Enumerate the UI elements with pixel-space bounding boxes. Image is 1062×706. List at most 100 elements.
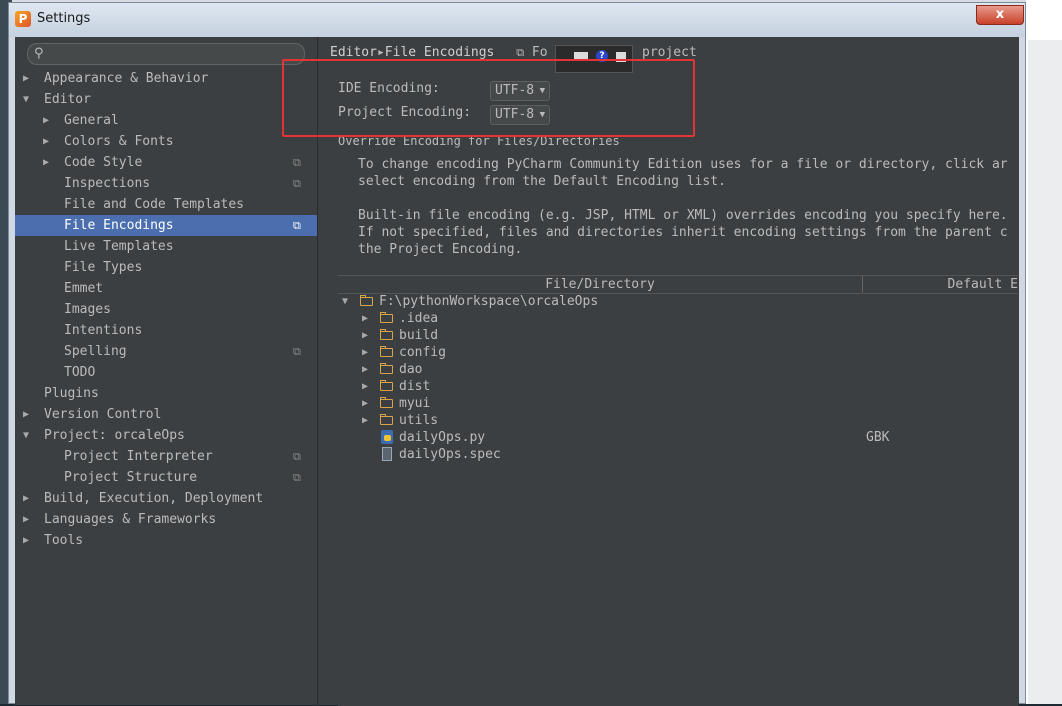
sidebar-item-label: Appearance & Behavior (44, 71, 209, 86)
python-file-icon (381, 430, 393, 444)
sidebar-item-images[interactable]: Images (15, 299, 317, 320)
file-name: dao (399, 362, 423, 377)
table-row[interactable]: ▶ .idea (338, 310, 1018, 327)
file-name: dailyOps.py (399, 430, 486, 445)
sidebar-item-file-encodings[interactable]: File Encodings ⧉ (15, 215, 317, 236)
close-button[interactable]: x (976, 5, 1024, 25)
sidebar-item-project-structure[interactable]: Project Structure ⧉ (15, 467, 317, 488)
sidebar-item-label: Tools (44, 533, 84, 548)
file-name: config (399, 345, 446, 360)
chevron-right-icon: ▶ (23, 535, 30, 546)
table-row[interactable]: ▶ build (338, 327, 1018, 344)
folder-icon (380, 312, 393, 323)
sidebar-item-label: Editor (44, 92, 91, 107)
chevron-down-icon: ▼ (23, 430, 30, 441)
project-scope-icon: ⧉ (293, 345, 301, 358)
title-bar: P Settings x (9, 3, 1025, 37)
background-right-strip (1028, 40, 1062, 704)
project-scope-icon: ⧉ (293, 177, 301, 190)
description-line: Built-in file encoding (e.g. JSP, HTML o… (358, 208, 1008, 223)
folder-icon (380, 397, 393, 408)
sidebar-item-project[interactable]: ▼ Project: orcaleOps (15, 425, 317, 446)
sidebar-item-file-types[interactable]: File Types (15, 257, 317, 278)
chevron-right-icon: ▶ (362, 381, 369, 392)
folder-icon (380, 363, 393, 374)
project-scope-icon: ⧉ (293, 450, 301, 463)
chevron-down-icon: ▼ (23, 94, 30, 105)
sidebar-item-label: Project Structure (64, 470, 198, 485)
sidebar-item-languages[interactable]: ▶ Languages & Frameworks (15, 509, 317, 530)
table-row[interactable]: ▶ myui (338, 395, 1018, 412)
sidebar-item-label: Languages & Frameworks (44, 512, 217, 527)
chevron-right-icon: ▶ (23, 73, 30, 84)
breadcrumb-scope-prefix: Fo (531, 45, 548, 60)
window-title: Settings (37, 11, 91, 26)
project-scope-icon: ⧉ (293, 156, 301, 169)
sidebar-item-project-interpreter[interactable]: Project Interpreter ⧉ (15, 446, 317, 467)
sidebar-item-emmet[interactable]: Emmet (15, 278, 317, 299)
chevron-right-icon: ▶ (43, 115, 50, 126)
sidebar-item-plugins[interactable]: Plugins (15, 383, 317, 404)
settings-main-panel: Editor▸File Encodings ⧉ Fo project ? IDE… (318, 37, 1019, 706)
sidebar-item-label: File Types (64, 260, 143, 275)
sidebar-item-build[interactable]: ▶ Build, Execution, Deployment (15, 488, 317, 509)
file-name: .idea (399, 311, 439, 326)
sidebar-item-label: Project: orcaleOps (44, 428, 185, 443)
sidebar-item-label: Images (64, 302, 111, 317)
project-scope-icon: ⧉ (516, 46, 525, 59)
highlight-annotation (282, 59, 695, 137)
settings-sidebar: ⚲ ▶ Appearance & Behavior ▼ Editor ▶ Gen… (15, 37, 318, 705)
chevron-right-icon: ▶ (362, 398, 369, 409)
folder-icon (380, 414, 393, 425)
column-header-encoding[interactable]: Default E (863, 276, 1018, 294)
sidebar-item-version-control[interactable]: ▶ Version Control (15, 404, 317, 425)
settings-content: ⚲ ▶ Appearance & Behavior ▼ Editor ▶ Gen… (15, 37, 1019, 706)
sidebar-item-label: General (64, 113, 119, 128)
chevron-right-icon: ▶ (362, 364, 369, 375)
sidebar-item-label: Code Style (64, 155, 143, 170)
description-line: To change encoding PyCharm Community Edi… (358, 157, 1008, 172)
table-row[interactable]: dailyOps.spec (338, 446, 1018, 463)
sidebar-item-label: Project Interpreter (64, 449, 213, 464)
text-file-icon (382, 447, 392, 461)
project-scope-icon: ⧉ (293, 471, 301, 484)
sidebar-item-label: Build, Execution, Deployment (44, 491, 264, 506)
table-row[interactable]: ▶ config (338, 344, 1018, 361)
sidebar-item-file-code-templates[interactable]: File and Code Templates (15, 194, 317, 215)
chevron-right-icon: ▶ (362, 347, 369, 358)
sidebar-item-inspections[interactable]: Inspections ⧉ (15, 173, 317, 194)
chevron-right-icon: ▶ (362, 313, 369, 324)
table-row[interactable]: dailyOps.py GBK (338, 429, 1018, 446)
column-header-file[interactable]: File/Directory (338, 276, 862, 294)
sidebar-item-appearance[interactable]: ▶ Appearance & Behavior (15, 68, 317, 89)
breadcrumb-parent: Editor (330, 45, 377, 60)
sidebar-item-intentions[interactable]: Intentions (15, 320, 317, 341)
folder-icon (380, 346, 393, 357)
table-row[interactable]: ▶ dao (338, 361, 1018, 378)
table-row[interactable]: ▶ utils (338, 412, 1018, 429)
sidebar-item-editor[interactable]: ▼ Editor (15, 89, 317, 110)
file-encoding[interactable]: GBK (866, 429, 889, 446)
search-input[interactable]: ⚲ (27, 43, 305, 65)
breadcrumb-separator-icon: ▸ (376, 45, 385, 60)
table-row[interactable]: ▶ dist (338, 378, 1018, 395)
sidebar-item-general[interactable]: ▶ General (15, 110, 317, 131)
sidebar-item-label: Live Templates (64, 239, 174, 254)
sidebar-item-todo[interactable]: TODO (15, 362, 317, 383)
chevron-right-icon: ▶ (362, 330, 369, 341)
folder-icon (380, 380, 393, 391)
sidebar-item-label: Spelling (64, 344, 127, 359)
sidebar-item-tools[interactable]: ▶ Tools (15, 530, 317, 551)
sidebar-item-code-style[interactable]: ▶ Code Style ⧉ (15, 152, 317, 173)
chevron-right-icon: ▶ (43, 136, 50, 147)
sidebar-item-spelling[interactable]: Spelling ⧉ (15, 341, 317, 362)
description-line: select encoding from the Default Encodin… (358, 174, 726, 189)
encoding-table: File/Directory Default E ▼ F:\pythonWork… (338, 275, 1018, 706)
table-row-root[interactable]: ▼ F:\pythonWorkspace\orcaleOps (338, 293, 1018, 310)
sidebar-item-label: Intentions (64, 323, 143, 338)
sidebar-item-live-templates[interactable]: Live Templates (15, 236, 317, 257)
sidebar-item-colors-fonts[interactable]: ▶ Colors & Fonts (15, 131, 317, 152)
file-name: dailyOps.spec (399, 447, 501, 462)
search-icon: ⚲ (34, 46, 44, 61)
sidebar-item-label: Colors & Fonts (64, 134, 174, 149)
